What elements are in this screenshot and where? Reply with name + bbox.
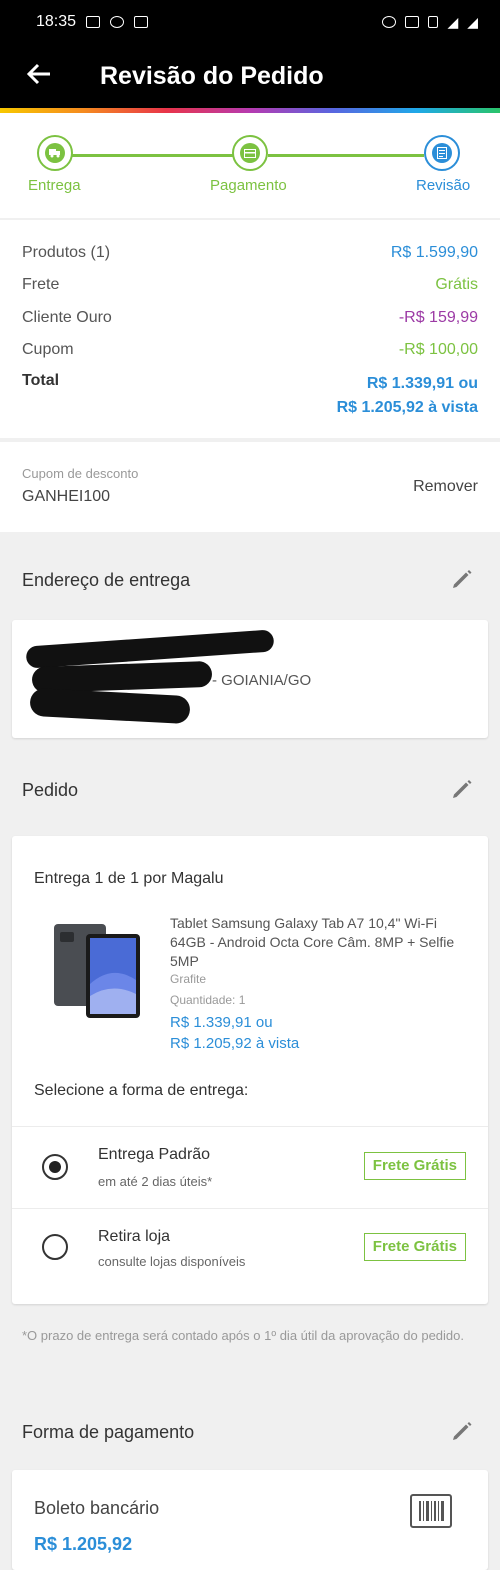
product-color: Grafite: [170, 972, 207, 986]
step-connector: [72, 154, 234, 157]
mute-icon: [405, 16, 420, 28]
address-section-title: Endereço de entrega: [22, 570, 191, 590]
total-cash: R$ 1.205,92 à vista: [336, 399, 478, 416]
cliente-ouro-label: Cliente Ouro: [22, 309, 112, 326]
option-subtitle: em até 2 dias úteis*: [98, 1174, 213, 1189]
radio-standard[interactable]: [42, 1154, 68, 1180]
delivery-title: Entrega 1 de 1 por Magalu: [34, 870, 224, 887]
order-section-title: Pedido: [22, 780, 79, 800]
alarm-icon: [382, 16, 397, 28]
card-icon: [240, 143, 260, 163]
summary-row-cupom: Cupom -R$ 100,00: [22, 341, 478, 359]
cliente-ouro-value: -R$ 159,99: [398, 309, 478, 326]
product-price-cash: R$ 1.205,92 à vista: [170, 1035, 300, 1052]
step-connector: [268, 154, 424, 157]
product-image: [52, 924, 142, 1020]
arrow-left-icon[interactable]: [26, 61, 56, 92]
barcode-icon: [410, 1494, 452, 1528]
status-bar: 18:35 ◢ ◢: [0, 0, 500, 44]
address-city: - GOIANIA/GO: [212, 672, 312, 689]
step-revisao[interactable]: [424, 135, 460, 171]
coupon-code: GANHEI100: [22, 488, 111, 505]
step-label-pagamento: Pagamento: [210, 177, 287, 194]
frete-label: Frete: [22, 276, 60, 293]
step-pagamento[interactable]: [232, 135, 268, 171]
step-entrega[interactable]: [37, 135, 73, 171]
battery-saver-icon: [428, 16, 439, 28]
payment-value: R$ 1.205,92: [34, 1534, 133, 1554]
redacted-address: [29, 687, 191, 725]
cupom-value: -R$ 100,00: [398, 341, 478, 358]
payment-section-title: Forma de pagamento: [22, 1422, 195, 1442]
edit-payment-icon[interactable]: [450, 1419, 474, 1443]
remove-coupon-button[interactable]: Remover: [413, 478, 478, 496]
divider: [12, 1126, 488, 1127]
gallery-notification-icon: [86, 16, 101, 28]
free-shipping-badge: Frete Grátis: [363, 1233, 466, 1261]
coupon-label: Cupom de desconto: [22, 466, 139, 481]
step-label-entrega: Entrega: [28, 177, 81, 194]
radio-pickup[interactable]: [42, 1234, 68, 1260]
free-shipping-badge: Frete Grátis: [363, 1152, 466, 1180]
product-price-installment: R$ 1.339,91 ou: [170, 1014, 273, 1031]
step-label-revisao: Revisão: [416, 177, 471, 194]
payment-card[interactable]: Boleto bancário R$ 1.205,92: [12, 1470, 488, 1570]
delivery-method-title: Selecione a forma de entrega:: [34, 1082, 249, 1099]
produtos-value: R$ 1.599,90: [390, 244, 478, 261]
order-card: Entrega 1 de 1 por Magalu Tablet Samsung…: [12, 836, 488, 1304]
product-price: R$ 1.339,91 ou R$ 1.205,92 à vista: [170, 1012, 299, 1054]
app-notification-icon: [110, 16, 125, 28]
summary-row-cliente-ouro: Cliente Ouro -R$ 159,99: [22, 309, 478, 327]
app-bar: Revisão do Pedido: [0, 44, 500, 108]
checkout-stepper: Entrega Pagamento Revisão: [0, 113, 500, 218]
product-name[interactable]: Tablet Samsung Galaxy Tab A7 10,4" Wi-Fi…: [170, 914, 470, 971]
coupon-section: Cupom de desconto GANHEI100 Remover: [0, 442, 500, 532]
payment-method: Boleto bancário: [34, 1498, 160, 1518]
address-card[interactable]: - GOIANIA/GO: [12, 620, 488, 738]
status-time: 18:35: [36, 13, 77, 30]
total-value: R$ 1.339,91 ou R$ 1.205,92 à vista: [337, 372, 478, 420]
option-title: Entrega Padrão: [98, 1146, 211, 1163]
document-icon: [432, 143, 452, 163]
signal-icon: ◢: [467, 13, 478, 30]
edit-order-icon[interactable]: [450, 777, 474, 801]
summary-row-produtos: Produtos (1) R$ 1.599,90: [22, 244, 478, 262]
truck-icon: [45, 143, 65, 163]
total-label: Total: [22, 372, 60, 389]
message-notification-icon: [134, 16, 149, 28]
total-installment: R$ 1.339,91 ou: [366, 375, 478, 392]
edit-address-icon[interactable]: [450, 567, 474, 591]
summary-row-frete: Frete Grátis: [22, 276, 478, 294]
divider: [12, 1208, 488, 1209]
product-quantity: Quantidade: 1: [170, 993, 246, 1007]
redacted-address: [31, 660, 213, 694]
cupom-label: Cupom: [22, 341, 74, 358]
summary-row-total: Total R$ 1.339,91 ou R$ 1.205,92 à vista: [22, 372, 478, 420]
page-title: Revisão do Pedido: [100, 61, 324, 90]
wifi-icon: ◢: [447, 13, 459, 30]
option-subtitle: consulte lojas disponíveis: [98, 1254, 246, 1269]
frete-value: Grátis: [435, 276, 478, 293]
produtos-label: Produtos (1): [22, 244, 111, 261]
option-title: Retira loja: [98, 1228, 171, 1245]
order-summary: Produtos (1) R$ 1.599,90 Frete Grátis Cl…: [0, 220, 500, 438]
delivery-note: *O prazo de entrega será contado após o …: [22, 1328, 464, 1343]
